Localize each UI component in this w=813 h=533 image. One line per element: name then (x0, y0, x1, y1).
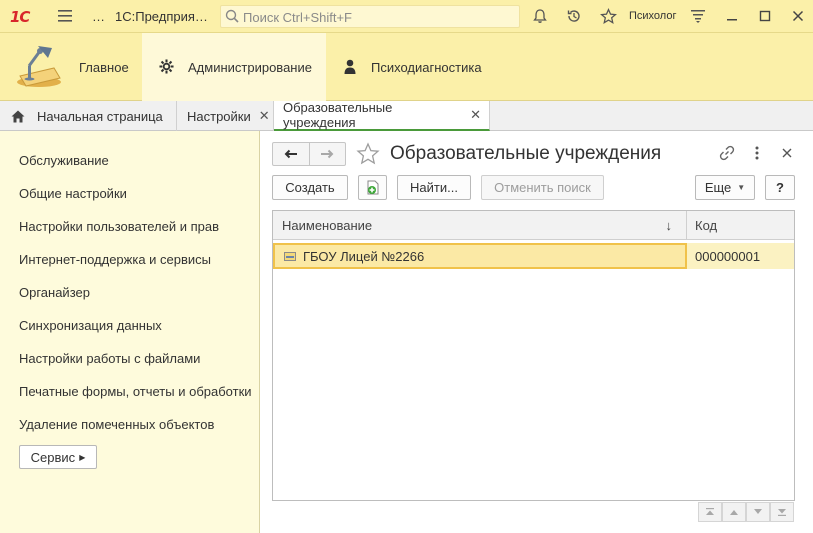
scroll-to-top-button[interactable] (698, 502, 722, 522)
close-tab-icon[interactable]: ✕ (259, 108, 270, 124)
nav-item-data-sync[interactable]: Синхронизация данных (19, 318, 162, 333)
find-button[interactable]: Найти... (397, 175, 471, 200)
close-window-icon[interactable] (787, 5, 809, 27)
more-actions-icon[interactable] (747, 143, 767, 163)
column-header-name[interactable]: Наименование ↓ (273, 211, 687, 240)
find-button-label: Найти... (410, 180, 458, 195)
favorites-star-icon[interactable] (597, 5, 619, 27)
title-bar: 1С … 1С:Предприя… Психолог (0, 0, 813, 33)
more-button[interactable]: Еще ▼ (695, 175, 755, 200)
sort-arrow-icon: ↓ (665, 218, 673, 233)
settings-menu-icon[interactable] (687, 5, 709, 27)
desk-lamp-icon (17, 46, 61, 87)
list-table[interactable]: Наименование ↓ Код ГБОУ Лицей №2266 0000… (272, 210, 795, 501)
tab-settings[interactable]: Настройки ✕ (177, 101, 274, 131)
nav-item-user-settings[interactable]: Настройки пользователей и прав (19, 219, 219, 234)
catalog-item-icon (284, 251, 296, 261)
tab-educational-institutions[interactable]: Образовательные учреждения ✕ (274, 100, 490, 131)
column-header-name-label: Наименование (282, 218, 373, 233)
nav-item-maintenance[interactable]: Обслуживание (19, 153, 109, 168)
search-icon (225, 9, 239, 23)
form-area: Образовательные учреждения Создать Найти… (260, 131, 813, 533)
section-psychodiagnostics[interactable]: Психодиагностика (326, 33, 496, 101)
cell-code[interactable]: 000000001 (687, 243, 794, 269)
gear-icon (159, 59, 174, 74)
user-icon (344, 59, 356, 74)
minimize-icon[interactable] (721, 5, 743, 27)
help-button-label: ? (776, 180, 784, 195)
section-administration-label: Администрирование (188, 59, 312, 75)
create-button-label: Создать (285, 180, 335, 195)
tab-settings-label: Настройки (187, 108, 251, 124)
arrow-right-icon (321, 149, 334, 159)
scroll-down-button[interactable] (746, 502, 770, 522)
scroll-to-bottom-button[interactable] (770, 502, 794, 522)
create-button[interactable]: Создать (272, 175, 348, 200)
section-psychodiagnostics-label: Психодиагностика (371, 59, 482, 75)
chevron-down-icon (754, 509, 762, 514)
maximize-icon[interactable] (754, 5, 776, 27)
tab-educational-institutions-label: Образовательные учреждения (283, 100, 393, 130)
triangle-right-icon: ▶ (79, 452, 86, 462)
form-title: Образовательные учреждения (390, 143, 662, 164)
nav-item-general-settings[interactable]: Общие настройки (19, 186, 127, 201)
column-header-code[interactable]: Код (687, 211, 794, 240)
favorite-star-icon[interactable] (356, 142, 380, 166)
tab-home-page[interactable]: Начальная страница (0, 101, 177, 131)
home-icon (11, 110, 25, 122)
help-button[interactable]: ? (765, 175, 795, 200)
table-header: Наименование ↓ Код (273, 211, 794, 240)
open-windows-bar: Начальная страница Настройки ✕ Образоват… (0, 100, 813, 131)
scroll-up-button[interactable] (722, 502, 746, 522)
sections-panel: Главное Администрирование Психодиагности… (0, 33, 813, 101)
double-down-icon (778, 509, 786, 516)
cell-name-value: ГБОУ Лицей №2266 (303, 248, 425, 264)
close-form-icon[interactable] (777, 143, 797, 163)
column-header-code-label: Код (695, 218, 718, 233)
bell-icon[interactable] (529, 5, 551, 27)
nav-item-internet-support[interactable]: Интернет-поддержка и сервисы (19, 252, 211, 267)
cancel-search-button-label: Отменить поиск (494, 180, 591, 195)
chevron-up-icon (730, 510, 738, 515)
link-icon[interactable] (717, 143, 737, 163)
history-icon[interactable] (563, 5, 585, 27)
app-title: 1С:Предприя… (115, 9, 208, 24)
section-main-label: Главное (79, 59, 129, 75)
table-scroll-buttons (698, 502, 795, 522)
user-name[interactable]: Психолог (629, 10, 676, 22)
arrow-left-icon (284, 149, 297, 159)
main-menu-icon[interactable] (54, 5, 76, 27)
service-button[interactable]: Сервис ▶ (19, 445, 97, 469)
global-search[interactable] (220, 5, 520, 28)
triangle-down-icon: ▼ (737, 183, 746, 192)
service-button-label: Сервис (30, 449, 76, 465)
more-button-label: Еще (704, 180, 732, 195)
table-row[interactable]: ГБОУ Лицей №2266 000000001 (273, 243, 794, 269)
close-tab-icon[interactable]: ✕ (470, 107, 481, 123)
back-button[interactable] (273, 143, 309, 165)
forward-button[interactable] (308, 143, 346, 165)
tab-home-page-label: Начальная страница (37, 108, 163, 124)
add-document-icon (367, 180, 378, 194)
nav-item-print-forms[interactable]: Печатные формы, отчеты и обработки (19, 384, 252, 399)
section-navigation-panel: Обслуживание Общие настройки Настройки п… (0, 131, 260, 533)
cancel-search-button[interactable]: Отменить поиск (481, 175, 604, 200)
windows-list-ellipsis[interactable]: … (92, 9, 105, 24)
app-logo[interactable]: 1С (10, 8, 30, 26)
nav-item-file-settings[interactable]: Настройки работы с файлами (19, 351, 200, 366)
cell-name[interactable]: ГБОУ Лицей №2266 (273, 243, 687, 269)
double-up-icon (706, 508, 714, 515)
nav-item-delete-marked[interactable]: Удаление помеченных объектов (19, 417, 214, 432)
create-copy-button[interactable] (358, 175, 387, 200)
cell-code-value: 000000001 (695, 248, 761, 264)
section-administration[interactable]: Администрирование (142, 33, 326, 101)
history-nav (272, 142, 346, 166)
nav-item-organizer[interactable]: Органайзер (19, 285, 90, 300)
search-input[interactable] (243, 8, 513, 26)
section-main[interactable]: Главное (0, 33, 142, 101)
